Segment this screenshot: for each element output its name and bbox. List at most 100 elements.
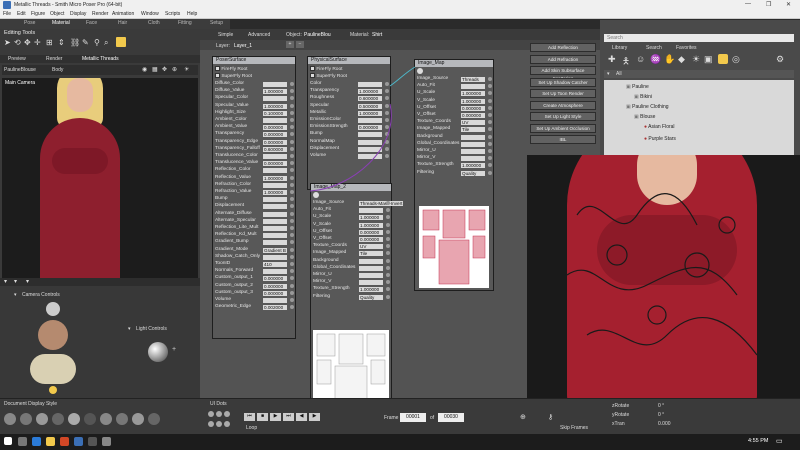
- first-frame-icon[interactable]: ⏮: [244, 413, 255, 421]
- menu-display[interactable]: Display: [70, 11, 86, 17]
- root-toggle-1[interactable]: FireFly Root: [215, 66, 247, 73]
- node-image-map[interactable]: Image_Map Image_Source Threads Auto_Fit U_S…: [414, 59, 494, 291]
- start-icon[interactable]: [4, 437, 12, 445]
- input-plug-icon[interactable]: [290, 125, 294, 130]
- node-param-row[interactable]: Texture_Strength 1.000000: [417, 162, 493, 169]
- param-value[interactable]: 0.600000: [263, 146, 287, 152]
- tree-item-pauline[interactable]: ▣ Pauline: [626, 84, 649, 90]
- node-param-row[interactable]: Global_Coordinates: [313, 265, 391, 272]
- input-plug-icon[interactable]: [385, 146, 389, 151]
- menu-animation[interactable]: Animation: [112, 11, 134, 17]
- twist-tool-icon[interactable]: ✥: [24, 38, 31, 47]
- object-select[interactable]: PaulineBlou: [304, 32, 331, 38]
- param-value[interactable]: [263, 154, 287, 159]
- node-param-row[interactable]: Roughness 0.600000: [310, 95, 390, 102]
- param-value[interactable]: 0.000000: [263, 125, 287, 131]
- input-plug-icon[interactable]: [386, 215, 390, 220]
- input-plug-icon[interactable]: [290, 226, 294, 230]
- input-plug-icon[interactable]: [290, 254, 294, 259]
- node-param-row[interactable]: Texture_Coords UV: [417, 119, 493, 126]
- input-plug-icon[interactable]: [386, 273, 390, 277]
- node-param-row[interactable]: Refraction_Value 1.000000: [215, 189, 295, 196]
- node-param-row[interactable]: Mirror_V: [313, 279, 391, 286]
- explorer-icon[interactable]: [46, 437, 55, 446]
- node-param-row[interactable]: Gradient_Bump: [215, 239, 295, 246]
- param-value[interactable]: 0.000000: [461, 113, 485, 118]
- input-plug-icon[interactable]: [290, 276, 294, 281]
- input-plug-icon[interactable]: [386, 258, 390, 263]
- param-value[interactable]: [359, 265, 383, 271]
- param-value[interactable]: 0.000000: [359, 229, 383, 235]
- node-collapse-icon[interactable]: [313, 192, 319, 198]
- input-plug-icon[interactable]: [290, 96, 294, 101]
- input-plug-icon[interactable]: [488, 120, 492, 125]
- param-value[interactable]: Threads: [461, 77, 485, 82]
- input-plug-icon[interactable]: [488, 156, 492, 161]
- checkbox[interactable]: [215, 73, 220, 78]
- param-value[interactable]: [358, 139, 382, 145]
- part-select[interactable]: Body: [52, 67, 63, 73]
- param-value[interactable]: [461, 141, 485, 147]
- camera-dolly-icon[interactable]: [49, 386, 57, 394]
- node-param-row[interactable]: Global_Coordinates: [417, 141, 493, 148]
- param-value[interactable]: 0.000000: [263, 283, 287, 289]
- node-param-row[interactable]: Image_Mapped Tile: [313, 250, 391, 257]
- param-value[interactable]: 1.000000: [358, 110, 382, 116]
- input-plug-icon[interactable]: [488, 127, 492, 132]
- tree-item-bikini[interactable]: ▣ Bikini: [634, 94, 652, 100]
- checkbox[interactable]: [310, 73, 315, 78]
- node-param-row[interactable]: ToonID 410: [215, 261, 295, 268]
- param-value[interactable]: Tile: [359, 251, 383, 257]
- input-plug-icon[interactable]: [488, 134, 492, 139]
- options-menu-icon[interactable]: ▾: [4, 278, 7, 285]
- library-menu-icon[interactable]: ⚙: [776, 54, 784, 65]
- node-param-row[interactable]: Metallic 1.000000: [310, 110, 390, 117]
- input-plug-icon[interactable]: [488, 98, 492, 103]
- tab-pose[interactable]: Pose: [24, 20, 35, 26]
- node-param-row[interactable]: U_Offset 0.000000: [417, 105, 493, 112]
- scenes-icon[interactable]: ◎: [732, 54, 740, 65]
- node-param-row[interactable]: Highlight_Size 0.100000: [215, 110, 295, 117]
- param-value[interactable]: UV: [359, 244, 383, 250]
- node-param-row[interactable]: Image_Source Threads: [417, 76, 493, 83]
- node-param-row[interactable]: V_Offset 0.000000: [417, 112, 493, 119]
- input-plug-icon[interactable]: [386, 244, 390, 249]
- input-plug-icon[interactable]: [386, 287, 390, 292]
- wacro-button[interactable]: Add Skin Subsurface Scattering: [530, 66, 596, 81]
- param-value[interactable]: [461, 134, 485, 140]
- param-value[interactable]: [263, 218, 287, 224]
- tab-setup[interactable]: Setup: [210, 20, 223, 26]
- tab-cloth[interactable]: Cloth: [148, 20, 160, 26]
- frame-current[interactable]: 00001: [400, 413, 426, 422]
- node-param-row[interactable]: Texture_Coords UV: [313, 243, 391, 250]
- param-value[interactable]: 0.000000: [263, 132, 287, 138]
- menu-file[interactable]: File: [3, 11, 11, 17]
- figure-select[interactable]: PaulineBlouse: [4, 67, 36, 73]
- node-param-row[interactable]: V_Scale 1.000000: [417, 98, 493, 105]
- style-sphere-icon[interactable]: [148, 413, 160, 425]
- tree-item-asian-floral[interactable]: ● Asian Floral: [644, 124, 675, 130]
- param-value[interactable]: 1.000000: [461, 98, 485, 104]
- node-param-row[interactable]: Shadow_Catch_Only: [215, 254, 295, 261]
- input-plug-icon[interactable]: [290, 305, 294, 310]
- node-param-row[interactable]: Reflection_Kd_Mult: [215, 232, 295, 239]
- input-plug-icon[interactable]: [385, 89, 389, 94]
- wacro-button[interactable]: Set Up Ambient Occlusion: [530, 123, 596, 133]
- style-sphere-icon[interactable]: [52, 413, 64, 425]
- param-value[interactable]: 0.600000: [358, 96, 382, 102]
- tab-fitting[interactable]: Fitting: [178, 20, 192, 26]
- select-tool-icon[interactable]: ➤: [4, 38, 11, 47]
- node-param-row[interactable]: Bump: [215, 196, 295, 203]
- param-value[interactable]: Tile: [461, 127, 485, 133]
- node-param-row[interactable]: Custom_output_1 0.000000: [215, 275, 295, 282]
- param-value[interactable]: [263, 168, 287, 174]
- node-param-row[interactable]: Alternate_Specular: [215, 218, 295, 225]
- cameras-icon[interactable]: ▣: [704, 54, 713, 65]
- param-value[interactable]: [263, 240, 287, 246]
- param-value[interactable]: [358, 132, 382, 138]
- param-value[interactable]: 1.000000: [263, 190, 287, 195]
- tab-simple[interactable]: Simple: [218, 32, 233, 38]
- input-plug-icon[interactable]: [488, 91, 492, 96]
- param-value[interactable]: 1.000000: [359, 215, 383, 221]
- root-toggle-2[interactable]: SuperFly Root: [310, 73, 347, 80]
